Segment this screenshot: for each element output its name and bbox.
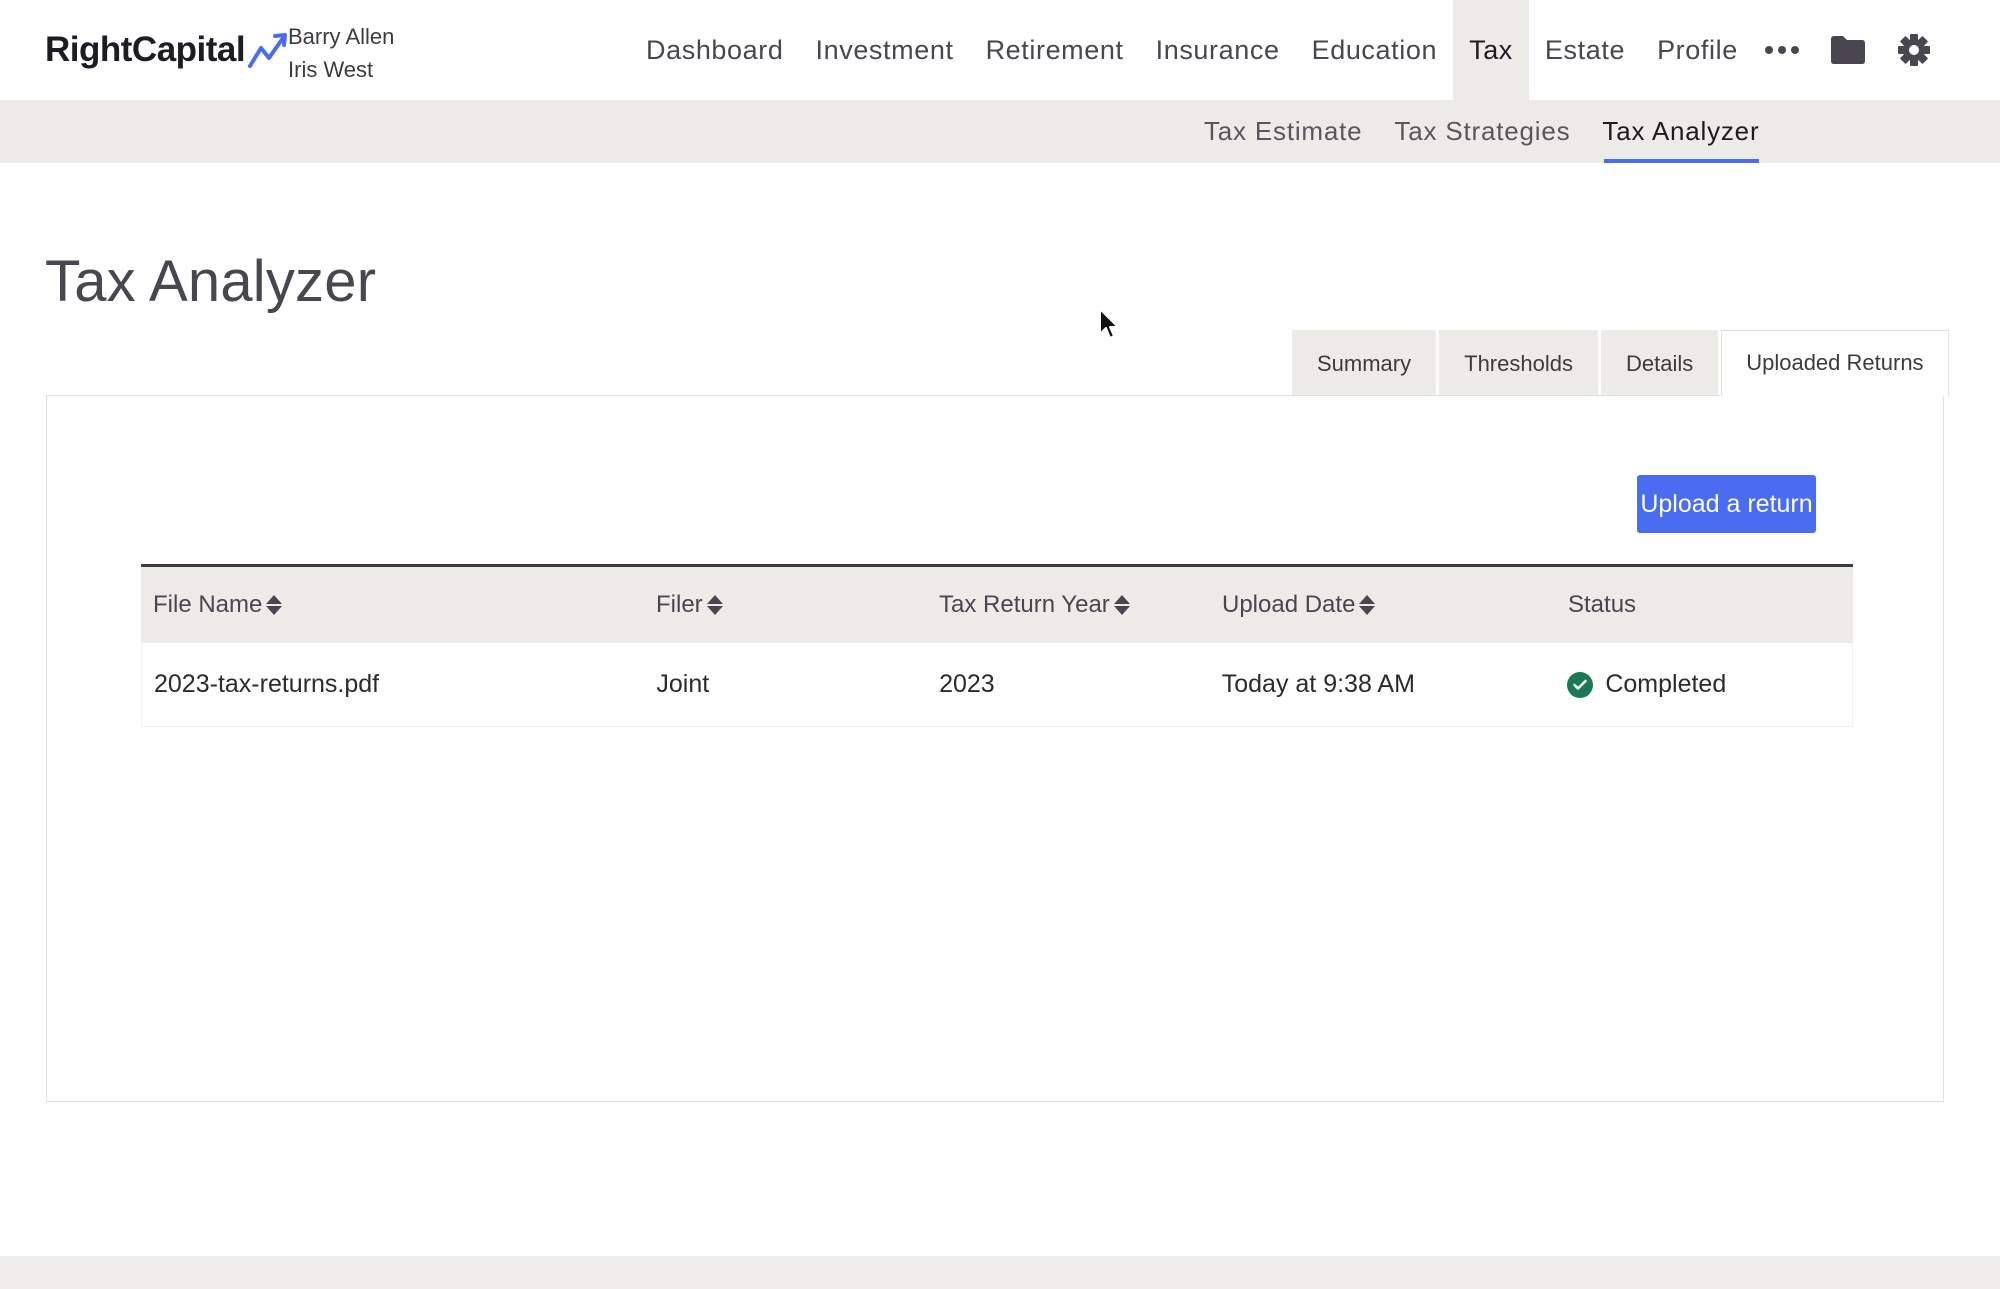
column-header-file-name[interactable]: File Name xyxy=(141,591,644,619)
page-title: Tax Analyzer xyxy=(45,249,377,314)
bottom-scroll-strip xyxy=(0,1256,2000,1289)
tax-analyzer-tabs: Summary Thresholds Details Uploaded Retu… xyxy=(1292,330,1949,396)
table-header: File Name Filer Tax Return Year Upload D… xyxy=(141,564,1853,643)
logo-text: RightCapital xyxy=(45,30,246,69)
tab-details[interactable]: Details xyxy=(1600,330,1719,396)
column-header-upload-date[interactable]: Upload Date xyxy=(1210,591,1556,619)
tab-thresholds[interactable]: Thresholds xyxy=(1439,330,1598,396)
subnav-tax-estimate[interactable]: Tax Estimate xyxy=(1188,100,1378,163)
mouse-pointer-icon xyxy=(1099,308,1119,339)
nav-item-education[interactable]: Education xyxy=(1296,0,1454,100)
gear-icon[interactable] xyxy=(1892,28,1936,72)
nav-item-estate[interactable]: Estate xyxy=(1529,0,1641,100)
sort-icon[interactable] xyxy=(706,595,723,615)
nav-icon-group xyxy=(1760,0,1936,100)
sort-icon[interactable] xyxy=(1359,595,1376,615)
tab-uploaded-returns[interactable]: Uploaded Returns xyxy=(1721,330,1949,396)
column-label: Status xyxy=(1568,591,1637,618)
tab-summary[interactable]: Summary xyxy=(1292,330,1437,396)
cell-upload-date: Today at 9:38 AM xyxy=(1221,670,1415,698)
column-header-status: Status xyxy=(1556,591,1853,619)
subnav-tax-strategies[interactable]: Tax Strategies xyxy=(1378,100,1586,163)
column-label: Upload Date xyxy=(1222,591,1356,618)
subnav-tax-analyzer[interactable]: Tax Analyzer xyxy=(1586,100,1775,163)
uploaded-returns-table: File Name Filer Tax Return Year Upload D… xyxy=(141,564,1853,727)
more-icon[interactable] xyxy=(1760,28,1804,72)
upload-return-button[interactable]: Upload a return xyxy=(1637,475,1816,533)
column-header-filer[interactable]: Filer xyxy=(644,591,927,619)
nav-item-retirement[interactable]: Retirement xyxy=(970,0,1140,100)
table-row[interactable]: 2023-tax-returns.pdf Joint 2023 Today at… xyxy=(141,643,1853,727)
top-navigation-bar: RightCapital Barry Allen Iris West Dashb… xyxy=(0,0,2000,100)
cell-file-name[interactable]: 2023-tax-returns.pdf xyxy=(142,670,644,699)
sub-nav: Tax Estimate Tax Strategies Tax Analyzer xyxy=(1188,100,1775,163)
logo-arrow-icon xyxy=(248,33,288,68)
nav-item-insurance[interactable]: Insurance xyxy=(1140,0,1296,100)
client-name-primary: Barry Allen xyxy=(288,24,395,49)
rightcapital-logo[interactable]: RightCapital xyxy=(45,30,291,70)
sort-icon[interactable] xyxy=(1113,595,1130,615)
main-nav: Dashboard Investment Retirement Insuranc… xyxy=(630,0,1754,100)
folder-icon[interactable] xyxy=(1826,28,1870,72)
nav-item-profile[interactable]: Profile xyxy=(1641,0,1754,100)
status-text: Completed xyxy=(1605,670,1727,698)
client-names: Barry Allen Iris West xyxy=(288,20,394,86)
cell-status: Completed xyxy=(1555,670,1852,699)
nav-item-tax[interactable]: Tax xyxy=(1453,0,1529,100)
column-header-tax-return-year[interactable]: Tax Return Year xyxy=(927,591,1210,619)
cell-tax-return-year: 2023 xyxy=(939,670,995,698)
check-circle-icon xyxy=(1567,671,1594,698)
uploaded-returns-panel: Upload a return File Name Filer Tax Retu… xyxy=(46,395,1944,1102)
sub-navigation-bar: Tax Estimate Tax Strategies Tax Analyzer xyxy=(0,100,2000,163)
column-label: Tax Return Year xyxy=(939,591,1110,618)
cell-filer: Joint xyxy=(656,670,710,698)
nav-item-investment[interactable]: Investment xyxy=(800,0,970,100)
client-name-spouse: Iris West xyxy=(288,57,374,82)
sort-icon[interactable] xyxy=(266,595,283,615)
column-label: Filer xyxy=(656,591,703,618)
nav-item-dashboard[interactable]: Dashboard xyxy=(630,0,800,100)
column-label: File Name xyxy=(153,591,263,618)
